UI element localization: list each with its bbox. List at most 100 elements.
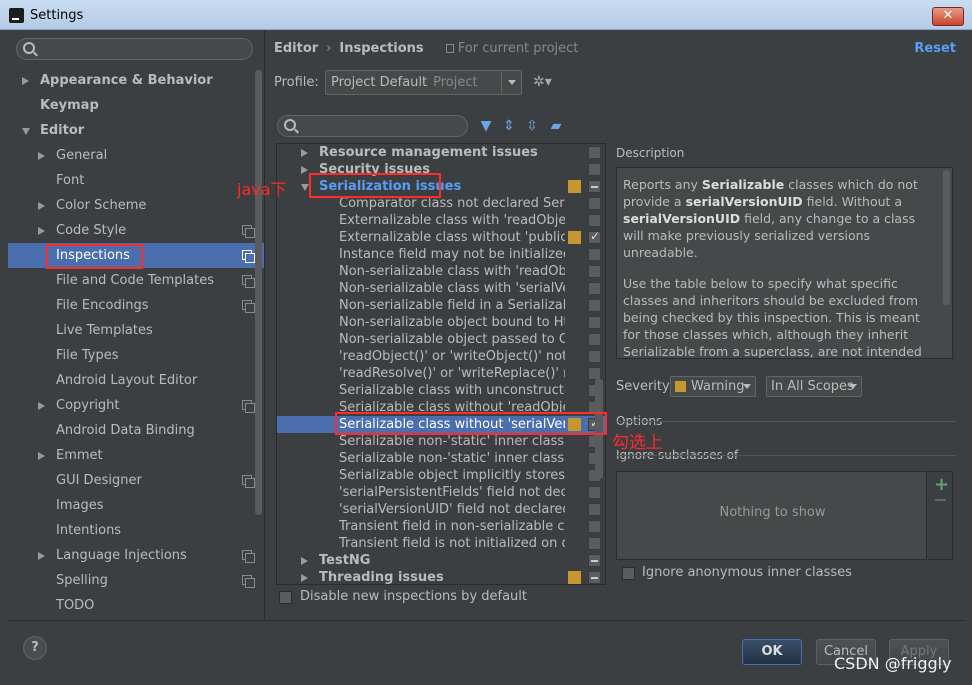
sidebar-item[interactable]: Appearance & Behavior	[8, 68, 264, 93]
sidebar-item[interactable]: Code Style	[8, 218, 264, 243]
sidebar-item[interactable]: File Types	[8, 343, 264, 368]
inspection-row[interactable]: Non-serializable object bound to HttpSes…	[277, 314, 605, 331]
sidebar-item[interactable]: Android Data Binding	[8, 418, 264, 443]
ok-button[interactable]: OK	[742, 639, 802, 665]
reset-link[interactable]: Reset	[914, 41, 956, 56]
collapsed-arrow-icon[interactable]	[38, 202, 45, 210]
annotation-box-inspections	[46, 244, 143, 269]
sidebar-item[interactable]: Language Injections	[8, 543, 264, 568]
sidebar-item[interactable]: Editor	[8, 118, 264, 143]
inspection-row[interactable]: Serializable non-'static' inner class wi…	[277, 433, 605, 450]
disable-new-inspections-checkbox[interactable]	[279, 591, 292, 604]
sidebar-item-label: File Types	[56, 348, 119, 363]
collapse-all-icon[interactable]: ⇳	[524, 118, 540, 134]
inspection-enabled-checkbox[interactable]	[588, 333, 601, 346]
inspection-enabled-checkbox[interactable]	[588, 228, 601, 245]
excluded-classes-list[interactable]: Nothing to show	[616, 471, 927, 560]
inspection-row[interactable]: 'serialPersistentFields' field not decla…	[277, 484, 605, 501]
expanded-arrow-icon[interactable]	[22, 128, 30, 135]
inspection-enabled-checkbox[interactable]	[588, 214, 601, 227]
description-scrollbar[interactable]	[943, 170, 950, 305]
inspection-enabled-checkbox[interactable]	[588, 248, 601, 261]
inspection-group-row[interactable]: Resource management issues	[277, 144, 605, 161]
sidebar-item[interactable]: Intentions	[8, 518, 264, 543]
inspection-enabled-checkbox[interactable]	[588, 316, 601, 329]
inspection-row[interactable]: Non-serializable class with 'serialVersi…	[277, 280, 605, 297]
collapsed-arrow-icon[interactable]	[301, 557, 308, 565]
sidebar-item[interactable]: Images	[8, 493, 264, 518]
inspection-row[interactable]: 'readResolve()' or 'writeReplace()' not …	[277, 365, 605, 382]
inspection-row[interactable]: Externalizable class with 'readObject()'…	[277, 212, 605, 229]
collapsed-arrow-icon[interactable]	[38, 152, 45, 160]
inspection-row[interactable]: 'serialVersionUID' field not declared 'p…	[277, 501, 605, 518]
options-divider	[616, 421, 956, 422]
add-icon[interactable]: +	[934, 474, 949, 495]
inspection-row[interactable]: Serializable class with unconstructable …	[277, 382, 605, 399]
settings-search-input[interactable]	[16, 38, 253, 60]
inspection-enabled-checkbox[interactable]	[588, 350, 601, 363]
sidebar-item[interactable]: Emmet	[8, 443, 264, 468]
sidebar-item[interactable]: Color Scheme	[8, 193, 264, 218]
inspection-row[interactable]: Instance field may not be initialized by…	[277, 246, 605, 263]
inspection-row[interactable]: Transient field in non-serializable clas…	[277, 518, 605, 535]
sidebar-item[interactable]: Spelling	[8, 568, 264, 593]
inspection-enabled-checkbox[interactable]	[588, 146, 601, 159]
inspection-enabled-checkbox[interactable]	[588, 299, 601, 312]
inspection-search-input[interactable]	[277, 115, 468, 137]
inspection-row[interactable]: Non-serializable object passed to Object…	[277, 331, 605, 348]
collapsed-arrow-icon[interactable]	[301, 149, 308, 157]
inspection-row[interactable]: 'readObject()' or 'writeObject()' not de…	[277, 348, 605, 365]
inspection-enabled-checkbox[interactable]	[588, 571, 601, 584]
sidebar-item[interactable]: File and Code Templates	[8, 268, 264, 293]
sidebar-item[interactable]: General	[8, 143, 264, 168]
collapsed-arrow-icon[interactable]	[38, 452, 45, 460]
scope-select[interactable]: In All Scopes	[766, 376, 862, 397]
inspection-row[interactable]: Serializable non-'static' inner class wi…	[277, 450, 605, 467]
inspection-enabled-checkbox[interactable]	[588, 197, 601, 210]
project-scope-icon	[242, 300, 255, 313]
sidebar-item[interactable]: File Encodings	[8, 293, 264, 318]
collapsed-arrow-icon[interactable]	[22, 77, 29, 85]
collapsed-arrow-icon[interactable]	[38, 552, 45, 560]
inspection-row[interactable]: Serializable object implicitly stores no…	[277, 467, 605, 484]
inspection-enabled-checkbox[interactable]	[588, 503, 601, 516]
collapsed-arrow-icon[interactable]	[301, 574, 308, 582]
sidebar-item[interactable]: Keymap	[8, 93, 264, 118]
inspection-enabled-checkbox[interactable]	[588, 163, 601, 176]
inspection-enabled-checkbox[interactable]	[588, 282, 601, 295]
inspection-enabled-checkbox[interactable]	[588, 537, 601, 550]
sidebar-item[interactable]: Font	[8, 168, 264, 193]
inspection-group-row[interactable]: Threading issues	[277, 569, 605, 584]
sidebar-scrollbar[interactable]	[255, 70, 262, 515]
settings-window: Appearance & Behavior Keymap Editor General…	[8, 30, 964, 677]
expanded-arrow-icon[interactable]	[301, 184, 309, 191]
expand-all-icon[interactable]: ⇕	[501, 118, 517, 134]
inspection-enabled-checkbox[interactable]	[588, 554, 601, 567]
inspection-enabled-checkbox[interactable]	[588, 180, 601, 193]
inspection-row[interactable]: Transient field is not initialized on de…	[277, 535, 605, 552]
gear-icon[interactable]: ✲▾	[533, 74, 552, 90]
inspection-row[interactable]: Non-serializable class with 'readObject(…	[277, 263, 605, 280]
inspection-enabled-checkbox[interactable]	[588, 486, 601, 499]
sidebar-item[interactable]: TODO	[8, 593, 264, 618]
sidebar-item[interactable]: GUI Designer	[8, 468, 264, 493]
sidebar-item[interactable]: Android Layout Editor	[8, 368, 264, 393]
reset-to-empty-icon[interactable]: ▰	[548, 118, 564, 134]
collapsed-arrow-icon[interactable]	[38, 227, 45, 235]
inspection-row[interactable]: Externalizable class without 'public' no…	[277, 228, 605, 246]
filter-icon[interactable]: ▼	[478, 118, 494, 134]
severity-select[interactable]: Warning	[670, 376, 756, 397]
profile-select[interactable]: Project Default Project	[325, 70, 522, 95]
inspection-group-row[interactable]: TestNG	[277, 552, 605, 569]
sidebar-item[interactable]: Live Templates	[8, 318, 264, 343]
inspection-enabled-checkbox[interactable]	[588, 265, 601, 278]
ignore-anonymous-checkbox[interactable]	[622, 567, 635, 580]
close-button[interactable]: ✕	[932, 7, 964, 26]
help-button[interactable]: ?	[23, 636, 47, 660]
sidebar-item[interactable]: Copyright	[8, 393, 264, 418]
collapsed-arrow-icon[interactable]	[38, 402, 45, 410]
collapsed-arrow-icon[interactable]	[301, 166, 308, 174]
remove-icon[interactable]	[935, 499, 946, 501]
inspection-row[interactable]: Non-serializable field in a Serializable…	[277, 297, 605, 314]
inspection-enabled-checkbox[interactable]	[588, 520, 601, 533]
